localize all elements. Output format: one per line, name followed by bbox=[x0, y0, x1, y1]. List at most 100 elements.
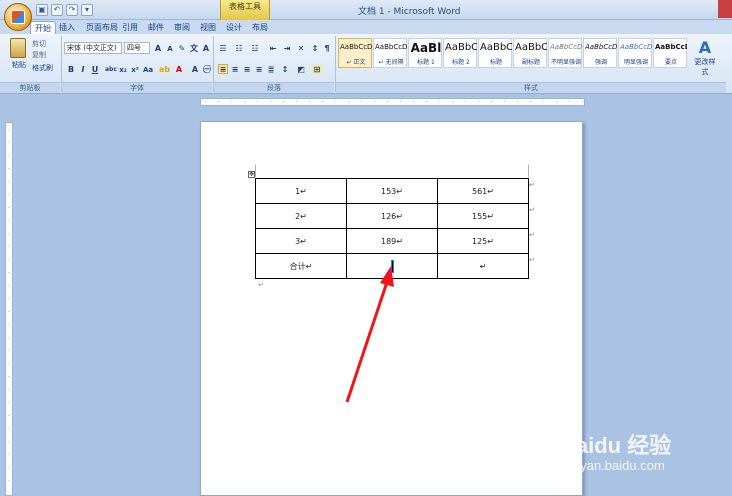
table-cell-active[interactable] bbox=[346, 253, 438, 279]
sort-icon[interactable]: ↕ bbox=[310, 43, 320, 53]
format-painter-button[interactable]: 格式刷 bbox=[32, 63, 53, 73]
show-marks-icon[interactable]: ¶ bbox=[322, 43, 332, 53]
table-cell[interactable]: 125↵ bbox=[437, 228, 529, 254]
font-size-select[interactable]: 四号 bbox=[124, 42, 150, 54]
multilevel-list-icon[interactable]: ☳ bbox=[250, 43, 260, 53]
ruler-tick: · bbox=[8, 335, 10, 341]
numbering-icon[interactable]: ☷ bbox=[234, 43, 244, 53]
table-cell[interactable]: 126↵ bbox=[346, 203, 438, 229]
baidu-watermark: Baidu 经验 jingyan.baidu.com bbox=[560, 428, 671, 473]
tab-references[interactable]: 引用 bbox=[118, 21, 142, 34]
ruler-tick: · bbox=[8, 153, 10, 159]
decrease-indent-icon[interactable]: ⇤ bbox=[268, 43, 278, 53]
phonetic-guide-icon[interactable]: 文 bbox=[189, 43, 199, 53]
ruler-tick: · bbox=[270, 99, 272, 105]
table-cell[interactable]: 153↵ bbox=[346, 178, 438, 204]
office-button[interactable] bbox=[4, 3, 32, 31]
ruler-tick: · bbox=[283, 99, 285, 105]
ruler-tick: · bbox=[400, 99, 402, 105]
ribbon: 粘贴 剪切 复制 格式刷 剪贴板 宋体 (中文正文) 四号 A A ✎ 文 A … bbox=[0, 34, 732, 94]
style-strong[interactable]: AaBbCcDd 要点 bbox=[653, 38, 687, 68]
strikethrough-icon[interactable]: abc bbox=[104, 64, 117, 74]
style-subtitle[interactable]: AaBbC 副标题 bbox=[513, 38, 547, 68]
tab-layout[interactable]: 布局 bbox=[248, 21, 272, 34]
shrink-font-icon[interactable]: A bbox=[165, 43, 175, 53]
superscript-icon[interactable]: x² bbox=[130, 64, 140, 74]
justify-icon[interactable]: ≡ bbox=[254, 64, 264, 74]
tab-review[interactable]: 审阅 bbox=[170, 21, 194, 34]
enclose-char-icon[interactable]: ㊀ bbox=[202, 64, 212, 74]
style-title[interactable]: AaBbC 标题 bbox=[478, 38, 512, 68]
align-right-icon[interactable]: ≡ bbox=[242, 64, 252, 74]
grow-font-icon[interactable]: A bbox=[153, 43, 163, 53]
style-no-spacing[interactable]: AaBbCcDd ↵ 无间隔 bbox=[373, 38, 407, 68]
table-cell[interactable]: 2↵ bbox=[255, 203, 347, 229]
tab-home[interactable]: 开始 bbox=[30, 21, 56, 34]
redo-icon[interactable]: ↷ bbox=[66, 4, 78, 16]
align-center-icon[interactable]: ≡ bbox=[230, 64, 240, 74]
font-name-select[interactable]: 宋体 (中文正文) bbox=[64, 42, 122, 54]
style-name: ↵ 正文 bbox=[346, 59, 366, 66]
style-intense-emphasis[interactable]: AaBbCcDd 明显强调 bbox=[618, 38, 652, 68]
tab-design[interactable]: 设计 bbox=[222, 21, 246, 34]
underline-icon[interactable]: U bbox=[90, 64, 100, 74]
line-spacing-icon[interactable]: ↕ bbox=[280, 64, 290, 74]
ruler-tick: · bbox=[8, 452, 10, 458]
table-cell[interactable]: 189↵ bbox=[346, 228, 438, 254]
char-border-icon[interactable]: A bbox=[201, 43, 211, 53]
style-heading-1[interactable]: AaBl 标题 1 bbox=[408, 38, 442, 68]
char-shading-icon[interactable]: A bbox=[190, 64, 200, 74]
save-icon[interactable]: ▣ bbox=[36, 4, 48, 16]
ruler-tick: · bbox=[231, 99, 233, 105]
ruler-tick: · bbox=[8, 348, 10, 354]
style-sample: AaBbCcDd bbox=[340, 43, 372, 51]
increase-indent-icon[interactable]: ⇥ bbox=[282, 43, 292, 53]
shading-icon[interactable]: ◩ bbox=[296, 64, 306, 74]
cut-button[interactable]: 剪切 bbox=[32, 39, 46, 49]
clear-format-icon[interactable]: ✎ bbox=[177, 43, 187, 53]
quick-access-toolbar: ▣ ↶ ↷ ▾ bbox=[36, 4, 93, 16]
distribute-icon[interactable]: ≣ bbox=[266, 64, 276, 74]
style-emphasis[interactable]: AaBbCcDd 强调 bbox=[583, 38, 617, 68]
paste-button[interactable]: 粘贴 bbox=[12, 60, 26, 70]
ruler-tick: · bbox=[8, 192, 10, 198]
tab-view[interactable]: 视图 bbox=[196, 21, 220, 34]
bullets-icon[interactable]: ☰ bbox=[218, 43, 228, 53]
table-cell[interactable]: ↵ bbox=[437, 253, 529, 279]
document-table[interactable]: 1↵ 153↵ 561↵ 2↵ 126↵ 155↵ 3↵ 189↵ 125↵ 合… bbox=[255, 178, 529, 279]
horizontal-ruler[interactable]: · · · · · · · · · · · · · · · · · · · · · · · · · · · · · · bbox=[200, 98, 585, 106]
align-left-icon[interactable]: ≡ bbox=[218, 64, 228, 74]
table-cell[interactable]: 561↵ bbox=[437, 178, 529, 204]
style-heading-2[interactable]: AaBbC 标题 2 bbox=[443, 38, 477, 68]
table-cell[interactable]: 3↵ bbox=[255, 228, 347, 254]
row-end-mark: ↵ bbox=[529, 206, 535, 214]
change-case-icon[interactable]: Aa bbox=[142, 64, 153, 74]
table-move-handle-icon[interactable]: ✥ bbox=[248, 171, 255, 178]
tab-page-layout[interactable]: 页面布局 bbox=[82, 21, 122, 34]
table-cell[interactable]: 1↵ bbox=[255, 178, 347, 204]
undo-icon[interactable]: ↶ bbox=[51, 4, 63, 16]
row-end-mark: ↵ bbox=[529, 231, 535, 239]
customize-qat-icon[interactable]: ▾ bbox=[81, 4, 93, 16]
paste-icon[interactable] bbox=[10, 38, 26, 58]
vertical-ruler[interactable]: · · · · · · · · · · · · · · · · · · · · · · · · · · · · bbox=[5, 122, 13, 496]
tab-insert[interactable]: 插入 bbox=[55, 21, 79, 34]
style-subtle-emphasis[interactable]: AaBbCcDd 不明显强调 bbox=[548, 38, 582, 68]
highlight-icon[interactable]: ab bbox=[158, 64, 170, 74]
close-window-button[interactable] bbox=[718, 0, 732, 18]
subscript-icon[interactable]: x₂ bbox=[118, 64, 128, 74]
change-styles-button[interactable]: A 更改样式 bbox=[694, 38, 716, 77]
table-cell[interactable]: 155↵ bbox=[437, 203, 529, 229]
ruler-tick: · bbox=[8, 400, 10, 406]
tab-mailings[interactable]: 邮件 bbox=[144, 21, 168, 34]
bold-icon[interactable]: B bbox=[66, 64, 76, 74]
italic-icon[interactable]: I bbox=[78, 64, 88, 74]
font-color-icon[interactable]: A bbox=[174, 64, 184, 74]
style-normal[interactable]: AaBbCcDd ↵ 正文 bbox=[338, 38, 372, 68]
chinese-layout-icon[interactable]: ✕ bbox=[296, 43, 306, 53]
table-cell[interactable]: 合计↵ bbox=[255, 253, 347, 279]
ruler-tick: · bbox=[8, 465, 10, 471]
borders-icon[interactable]: ⊞ bbox=[312, 64, 322, 74]
window-title: 文档 1 - Microsoft Word bbox=[358, 7, 461, 17]
copy-button[interactable]: 复制 bbox=[32, 50, 46, 60]
